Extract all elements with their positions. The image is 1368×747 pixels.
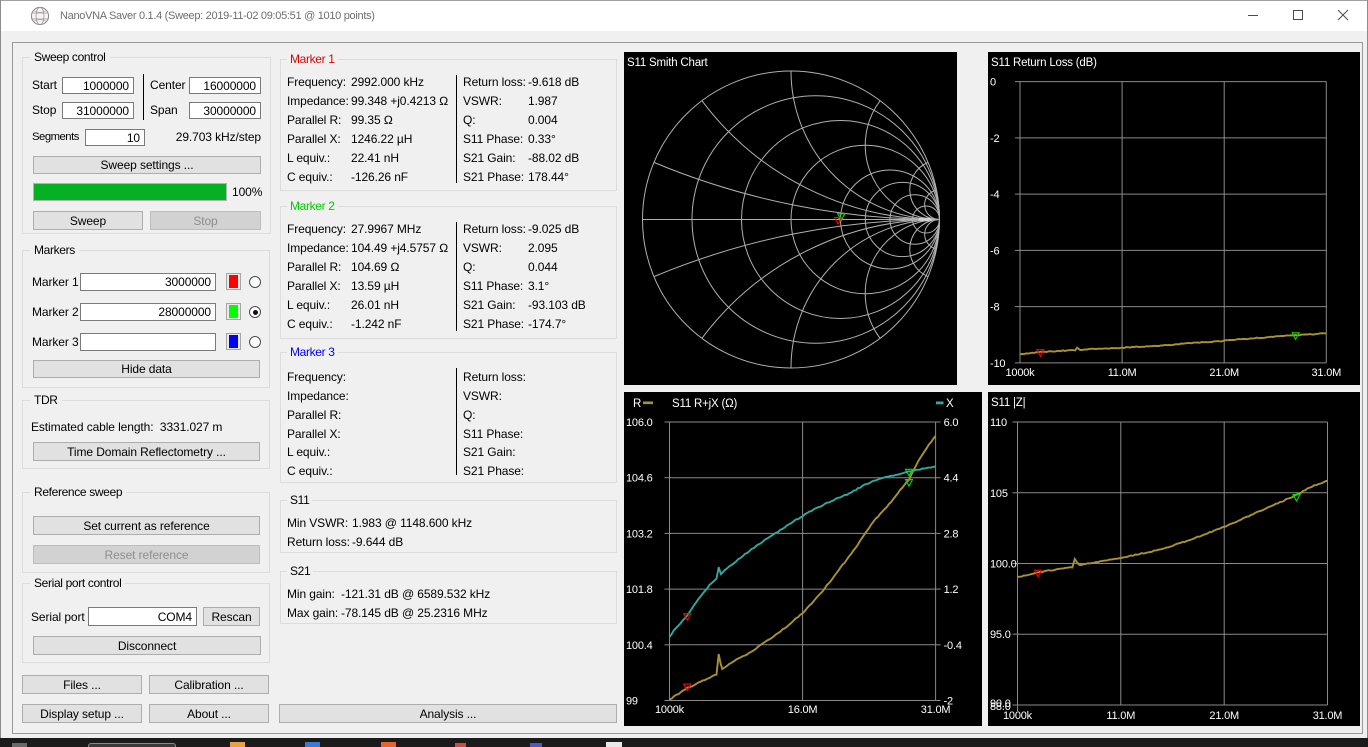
- svg-text:11.0M: 11.0M: [1108, 367, 1137, 379]
- svg-text:31.0M: 31.0M: [1312, 367, 1342, 379]
- svg-text:11.0M: 11.0M: [1106, 710, 1135, 722]
- svg-text:1000k: 1000k: [655, 704, 685, 716]
- svg-text:2.8: 2.8: [944, 528, 959, 540]
- svg-text:101.8: 101.8: [626, 584, 653, 596]
- svg-text:X: X: [946, 398, 954, 410]
- svg-text:0: 0: [990, 77, 996, 89]
- svg-text:31.0M: 31.0M: [1313, 710, 1343, 722]
- svg-text:-0.4: -0.4: [944, 640, 962, 652]
- svg-text:-6: -6: [990, 245, 999, 257]
- svg-text:31.0M: 31.0M: [921, 704, 951, 716]
- svg-text:S11 Return Loss (dB): S11 Return Loss (dB): [991, 57, 1097, 69]
- svg-text:100.0: 100.0: [990, 559, 1017, 571]
- svg-text:-2: -2: [990, 133, 999, 145]
- svg-text:106.0: 106.0: [626, 417, 653, 429]
- svg-text:95.0: 95.0: [990, 629, 1011, 641]
- svg-text:-10: -10: [990, 358, 1005, 370]
- svg-text:S11 R+jX (Ω): S11 R+jX (Ω): [672, 398, 737, 410]
- svg-text:21.0M: 21.0M: [1209, 367, 1239, 379]
- svg-text:104.6: 104.6: [626, 473, 653, 485]
- svg-text:99: 99: [626, 696, 638, 708]
- svg-text:1000k: 1000k: [1003, 710, 1033, 722]
- svg-text:R: R: [633, 398, 641, 410]
- svg-text:4.4: 4.4: [944, 473, 959, 485]
- svg-text:1.2: 1.2: [944, 584, 959, 596]
- svg-text:21.0M: 21.0M: [1209, 710, 1239, 722]
- svg-text:S11 Smith Chart: S11 Smith Chart: [627, 57, 709, 69]
- svg-text:6.0: 6.0: [944, 417, 959, 429]
- svg-text:-8: -8: [990, 302, 999, 314]
- svg-text:1000k: 1000k: [1006, 367, 1036, 379]
- svg-text:105: 105: [990, 488, 1008, 500]
- svg-text:100.4: 100.4: [626, 640, 653, 652]
- svg-text:-4: -4: [990, 189, 999, 201]
- svg-text:16.0M: 16.0M: [788, 704, 818, 716]
- svg-text:S11 |Z|: S11 |Z|: [991, 397, 1025, 409]
- svg-text:103.2: 103.2: [626, 528, 653, 540]
- svg-text:110: 110: [990, 417, 1007, 429]
